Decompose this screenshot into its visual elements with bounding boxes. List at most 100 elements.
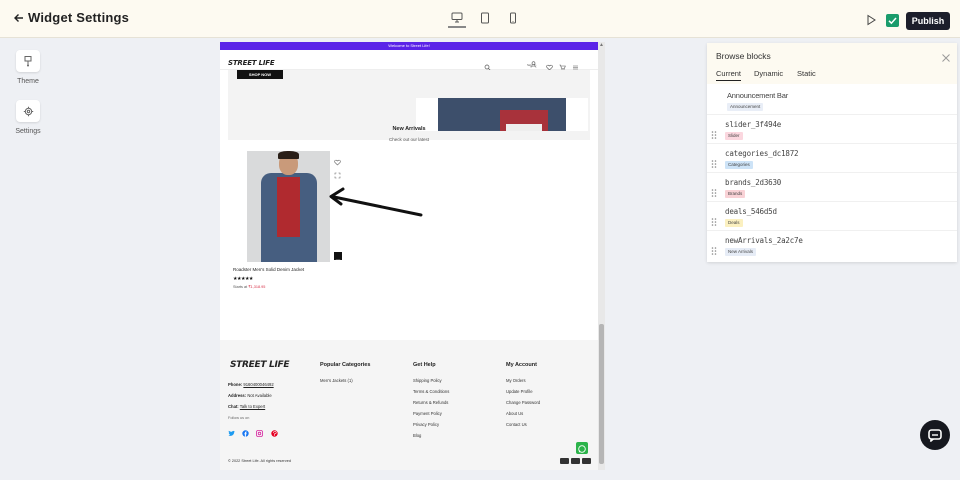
instagram-icon[interactable] <box>256 424 263 437</box>
announcement-bar[interactable]: Welcome to Street Life! <box>220 42 598 50</box>
footer-col-help-title: Get Help <box>413 362 436 368</box>
drag-handle-icon[interactable] <box>711 126 717 139</box>
product-wishlist-icon[interactable] <box>334 153 341 166</box>
product-image[interactable] <box>247 151 330 262</box>
twitter-icon[interactable] <box>228 424 235 436</box>
drag-handle-icon[interactable] <box>711 155 717 168</box>
section-subtitle: Check out our latest <box>388 137 430 142</box>
chat-widget-button[interactable] <box>920 420 950 450</box>
account-icon[interactable] <box>530 55 537 68</box>
mobile-icon <box>510 12 516 24</box>
phone-link[interactable]: 9160400046492 <box>243 382 273 387</box>
desktop-icon <box>451 12 463 23</box>
block-item[interactable]: Announcement Bar Announcement <box>707 86 957 115</box>
tab-dynamic[interactable]: Dynamic <box>754 69 783 78</box>
price-prefix: Starts at <box>233 285 249 289</box>
footer-col-account-title: My Account <box>506 362 537 368</box>
footer-link[interactable]: About Us <box>506 411 523 416</box>
store-logo[interactable]: STREET LIFE <box>228 59 275 67</box>
store-preview[interactable]: Welcome to Street Life! STREET LIFE Sign… <box>220 42 598 470</box>
card-payment-icon <box>560 458 569 464</box>
browse-blocks-panel: Browse blocks Current Dynamic Static Ann… <box>707 43 957 262</box>
preview-scrollbar[interactable]: ▲ <box>598 42 605 470</box>
block-badge: New Arrivals <box>725 248 757 256</box>
scroll-up-arrow-icon[interactable]: ▲ <box>598 42 605 48</box>
block-name: brands_2d3630 <box>725 178 782 187</box>
search-icon[interactable] <box>484 58 491 71</box>
preview-play-button[interactable] <box>864 13 878 27</box>
tablet-icon <box>481 12 489 24</box>
block-item[interactable]: newArrivals_2a2c7e New Arrivals <box>707 231 957 260</box>
sign-in-link[interactable]: Sign In <box>527 63 536 67</box>
footer-link[interactable]: Update Profile <box>506 389 533 394</box>
block-name: slider_3f494e <box>725 120 782 129</box>
footer-link[interactable]: Privacy Policy <box>413 422 439 427</box>
footer-logo: STREET LIFE <box>230 360 290 370</box>
back-arrow-icon[interactable] <box>13 11 25 25</box>
block-item[interactable]: brands_2d3630 Brands <box>707 173 957 202</box>
sidebar-item-settings[interactable]: Settings <box>12 100 44 135</box>
price-value: ₹1,318.95 <box>248 285 266 289</box>
footer-chat: Chat: Talk to Expert <box>228 404 265 409</box>
wishlist-heart-icon[interactable] <box>546 58 553 71</box>
pinterest-icon[interactable] <box>271 424 278 437</box>
block-badge: Deals <box>725 219 743 227</box>
desktop-view-button[interactable] <box>448 10 466 28</box>
sidebar-item-theme[interactable]: Theme <box>12 50 44 85</box>
block-name: Announcement Bar <box>727 91 789 100</box>
block-badge: Brands <box>725 190 746 198</box>
drag-handle-icon[interactable] <box>711 242 717 255</box>
footer-link[interactable]: Change Password <box>506 400 540 405</box>
follow-label: Follow us on <box>228 416 250 420</box>
address-label: Address: <box>228 393 247 398</box>
chat-label: Chat: <box>228 404 239 409</box>
store-footer: STREET LIFE Phone: 9160400046492 Address… <box>220 340 598 470</box>
footer-link[interactable]: Contact Us <box>506 422 527 427</box>
quick-view-icon[interactable] <box>334 166 341 179</box>
cart-icon[interactable] <box>559 58 566 71</box>
footer-link[interactable]: Blog <box>413 433 421 438</box>
chat-bubble-icon <box>928 429 942 443</box>
footer-link[interactable]: Men's Jackets (1) <box>320 378 353 383</box>
add-to-cart-icon[interactable] <box>334 252 342 264</box>
footer-link[interactable]: Terms & Conditions <box>413 389 449 394</box>
block-name: newArrivals_2a2c7e <box>725 236 803 245</box>
block-item[interactable]: slider_3f494e Slider <box>707 115 957 144</box>
gear-icon <box>16 100 40 122</box>
footer-link[interactable]: My Orders <box>506 378 526 383</box>
footer-link[interactable]: Payment Policy <box>413 411 442 416</box>
drag-handle-icon[interactable] <box>711 184 717 197</box>
whatsapp-icon[interactable] <box>576 442 588 454</box>
block-badge: Slider <box>725 132 743 140</box>
footer-copyright: © 2022 Street Life. All rights reserved <box>228 459 291 463</box>
footer-address: Address: Not Available <box>228 393 272 398</box>
mastercard-icon <box>571 458 580 464</box>
chat-link[interactable]: Talk to Expert <box>240 404 265 409</box>
block-badge: Categories <box>725 161 753 169</box>
address-value: Not Available <box>247 393 272 398</box>
block-item[interactable]: categories_dc1872 Categories <box>707 144 957 173</box>
tablet-view-button[interactable] <box>476 10 494 28</box>
mobile-view-button[interactable] <box>504 10 522 28</box>
product-price: Starts at ₹1,318.95 <box>233 284 265 289</box>
publish-button[interactable]: Publish <box>906 12 950 30</box>
page-title: Widget Settings <box>28 10 130 25</box>
footer-link[interactable]: Shipping Policy <box>413 378 442 383</box>
save-check-button[interactable] <box>886 14 899 27</box>
annotation-arrow-icon <box>329 187 423 217</box>
close-icon[interactable] <box>941 50 951 62</box>
check-icon <box>888 17 897 25</box>
scrollbar-thumb[interactable] <box>599 324 604 464</box>
panel-title: Browse blocks <box>716 51 771 61</box>
facebook-icon[interactable] <box>242 424 249 437</box>
tab-current[interactable]: Current <box>716 69 742 81</box>
shop-now-button[interactable]: SHOP NOW <box>237 70 283 79</box>
menu-icon[interactable] <box>572 58 579 70</box>
product-name[interactable]: Roadster Men's Solid Denim Jacket <box>233 267 304 272</box>
footer-link[interactable]: Returns & Refunds <box>413 400 448 405</box>
block-item[interactable]: deals_546d5d Deals <box>707 202 957 231</box>
tab-static[interactable]: Static <box>797 69 816 78</box>
drag-handle-icon[interactable] <box>711 213 717 226</box>
top-bar: Widget Settings Publish <box>0 0 960 38</box>
product-rating: ★★★★★ <box>233 276 253 282</box>
